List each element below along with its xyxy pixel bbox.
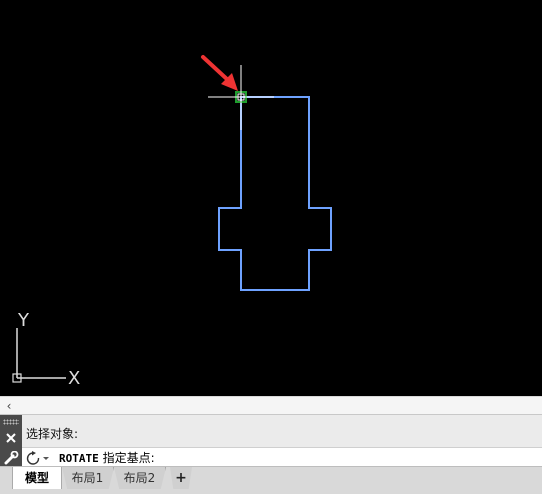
command-prompt[interactable]: ROTATE 指定基点: bbox=[59, 451, 155, 466]
tab-layout1[interactable]: 布局1 bbox=[62, 467, 114, 489]
command-line-panel: 选择对象: ROTATE 指定基点: bbox=[0, 414, 542, 467]
horizontal-scrollbar[interactable]: ‹ bbox=[0, 396, 542, 414]
ucs-y-label: Y bbox=[17, 310, 30, 331]
cross-outline[interactable] bbox=[218, 96, 332, 291]
ucs-icon: Y X bbox=[12, 310, 80, 389]
model-space-canvas[interactable]: Y X bbox=[0, 0, 542, 396]
red-arrow-icon bbox=[201, 55, 238, 91]
command-history-text: 选择对象: bbox=[26, 427, 79, 441]
command-name: ROTATE bbox=[59, 452, 99, 465]
recent-commands-icon[interactable] bbox=[26, 450, 52, 466]
close-icon[interactable] bbox=[4, 431, 18, 445]
command-line-grip[interactable] bbox=[0, 415, 22, 467]
scroll-left-icon[interactable]: ‹ bbox=[3, 399, 15, 413]
tab-model[interactable]: 模型 bbox=[12, 467, 62, 489]
command-input-row[interactable]: ROTATE 指定基点: bbox=[22, 447, 542, 467]
drawing-svg: Y X bbox=[12, 55, 332, 389]
command-prompt-text: 指定基点: bbox=[102, 451, 155, 465]
tab-layout2[interactable]: 布局2 bbox=[114, 467, 166, 489]
ucs-x-label: X bbox=[68, 368, 80, 389]
grip-dots[interactable] bbox=[3, 419, 19, 425]
wrench-icon[interactable] bbox=[3, 451, 19, 465]
add-layout-button[interactable]: + bbox=[170, 467, 192, 489]
layout-tab-bar: 模型 布局1 布局2 + bbox=[0, 466, 542, 494]
